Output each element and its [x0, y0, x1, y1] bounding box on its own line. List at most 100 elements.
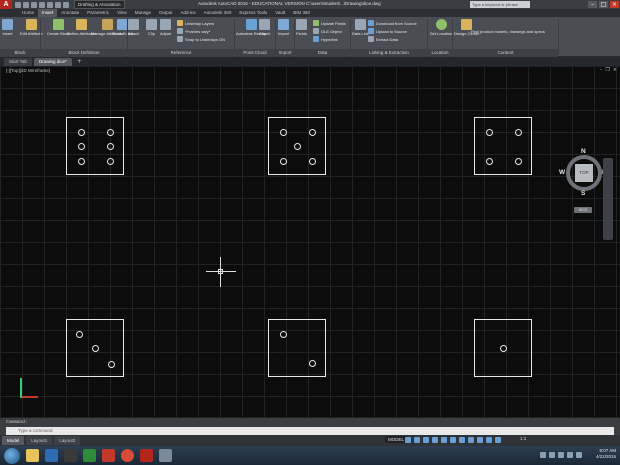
die-pip[interactable] [106, 157, 114, 165]
die-pip[interactable] [485, 157, 493, 165]
otrack-toggle-icon[interactable] [450, 437, 456, 443]
die-pip[interactable] [308, 128, 316, 136]
model-space-toggle[interactable]: MODEL [385, 436, 408, 443]
save-as-icon[interactable] [39, 1, 45, 8]
explorer-icon[interactable] [26, 449, 39, 462]
ribbon-tab-vault[interactable]: Vault [271, 9, 289, 17]
layout-tab-model[interactable]: Model [2, 436, 25, 445]
autocad-taskbar-icon[interactable] [140, 449, 153, 462]
ortho-toggle-icon[interactable] [423, 437, 429, 443]
die-pip[interactable] [514, 157, 522, 165]
viewport-restore-icon[interactable]: ❐ [605, 67, 609, 73]
media-icon[interactable] [159, 449, 172, 462]
word-icon[interactable] [45, 449, 58, 462]
acrobat-icon[interactable] [102, 449, 115, 462]
die-pip[interactable] [279, 330, 287, 338]
update-fields-item[interactable]: Update Fields [313, 20, 346, 26]
help-search-input[interactable]: Type a keyword or phrase [470, 1, 530, 8]
die-pip[interactable] [279, 157, 287, 165]
die-face-2[interactable] [268, 319, 326, 377]
content-search-item[interactable]: Find product models, drawings and specs [471, 29, 545, 34]
selection-cycling-icon[interactable] [477, 437, 483, 443]
die-pip[interactable] [108, 361, 116, 369]
die-pip[interactable] [294, 143, 301, 150]
viewport-close-icon[interactable]: × [613, 67, 617, 73]
polar-toggle-icon[interactable] [432, 437, 438, 443]
die-pip[interactable] [308, 157, 316, 165]
workspace-dropdown[interactable]: Drafting & Annotation [74, 0, 125, 9]
ribbon-clip-button[interactable]: Clip [146, 19, 157, 36]
die-face-3[interactable] [66, 319, 124, 377]
transparency-toggle-icon[interactable] [468, 437, 474, 443]
die-pip[interactable] [308, 359, 316, 367]
extract-data-item[interactable]: Extract Data [368, 36, 398, 42]
grid-toggle-icon[interactable] [405, 437, 411, 443]
annotation-visibility-icon[interactable] [486, 437, 492, 443]
ribbon-attach-button[interactable]: Attach [128, 19, 139, 36]
viewport-minimize-icon[interactable]: – [600, 67, 603, 73]
app-logo-icon[interactable]: A [0, 0, 12, 9]
minimize-button[interactable]: – [588, 1, 597, 8]
autoscale-icon[interactable] [495, 437, 501, 443]
ribbon-tab-home[interactable]: Home [18, 9, 38, 17]
ribbon-import-button[interactable]: Import [278, 19, 289, 36]
die-pip[interactable] [106, 128, 114, 136]
new-icon[interactable] [15, 1, 21, 8]
panel-label-block[interactable]: Block [0, 49, 40, 57]
osnap-toggle-icon[interactable] [441, 437, 447, 443]
layout-tab-layout1[interactable]: Layout1 [26, 436, 53, 445]
panel-label-location[interactable]: Location [428, 49, 452, 57]
viewcube-west-label[interactable]: W [559, 169, 565, 176]
document-tab[interactable]: Drawing dice* [33, 58, 72, 66]
download-source-item[interactable]: Download from Source [368, 20, 417, 26]
die-pip[interactable] [514, 128, 522, 136]
hyperlink-item[interactable]: Hyperlink [313, 36, 338, 42]
maximize-button[interactable]: □ [599, 1, 608, 8]
chrome-icon[interactable] [121, 449, 134, 462]
ribbon-tab-add-ins[interactable]: Add-ins [177, 9, 200, 17]
clock[interactable]: 8:07 AM 4/22/2015 [596, 448, 616, 460]
save-icon[interactable] [31, 1, 37, 8]
ribbon-tab-view[interactable]: View [113, 9, 131, 17]
network-icon[interactable] [576, 452, 582, 458]
annotation-scale[interactable]: 1:1 [520, 436, 526, 441]
new-tab-button[interactable]: + [74, 58, 85, 66]
die-face-5[interactable] [268, 117, 326, 175]
ribbon-insert-button[interactable]: Insert [2, 19, 13, 36]
die-pip[interactable] [279, 128, 287, 136]
die-face-4[interactable] [474, 117, 532, 175]
document-tab[interactable]: Start Tab [4, 58, 32, 66]
redo-icon[interactable] [63, 1, 69, 8]
layout-tab-layout2[interactable]: Layout2 [54, 436, 81, 445]
frames-vary-item[interactable]: *Frames vary* [177, 28, 210, 34]
panel-label-data[interactable]: Data [295, 49, 350, 57]
die-face-6[interactable] [66, 117, 124, 175]
underlay-layers-item[interactable]: Underlay Layers [177, 20, 214, 26]
panel-label-import[interactable]: Import [276, 49, 294, 57]
snap-toggle-icon[interactable] [414, 437, 420, 443]
panel-label-linking[interactable]: Linking & Extraction [351, 49, 427, 57]
command-input[interactable]: Type a command [6, 427, 614, 435]
ribbon-tab-insert[interactable]: Insert [38, 9, 58, 17]
die-pip[interactable] [77, 143, 85, 150]
panel-label-block-definition[interactable]: Block Definition [41, 49, 127, 57]
ribbon-tab-parametric[interactable]: Parametric [83, 9, 113, 17]
viewcube-south-label[interactable]: S [581, 190, 585, 197]
drawing-canvas[interactable]: [-][Top][2D Wireframe] – ❐ × TOP N S E W… [0, 66, 620, 417]
panel-label-reference[interactable]: Reference [128, 49, 234, 57]
snap-underlays-item[interactable]: Snap to Underlays ON [177, 36, 225, 42]
ribbon-tab-bim-360[interactable]: BIM 360 [289, 9, 314, 17]
ribbon-tab-express-tools[interactable]: Express Tools [235, 9, 271, 17]
ole-object-item[interactable]: OLE Object [313, 28, 342, 34]
ribbon-tab-manage[interactable]: Manage [131, 9, 155, 17]
die-face-1[interactable] [474, 319, 532, 377]
ribbon-adjust-button[interactable]: Adjust [160, 19, 171, 36]
die-pip[interactable] [485, 128, 493, 136]
tray-icon[interactable] [540, 452, 546, 458]
ribbon-pointcloud-attach-button[interactable]: Attach [259, 19, 270, 36]
viewport-controls-label[interactable]: [-][Top][2D Wireframe] [6, 68, 50, 73]
open-icon[interactable] [23, 1, 29, 8]
upload-source-item[interactable]: Upload to Source [368, 28, 407, 34]
volume-icon[interactable] [567, 452, 573, 458]
undo-icon[interactable] [55, 1, 61, 8]
